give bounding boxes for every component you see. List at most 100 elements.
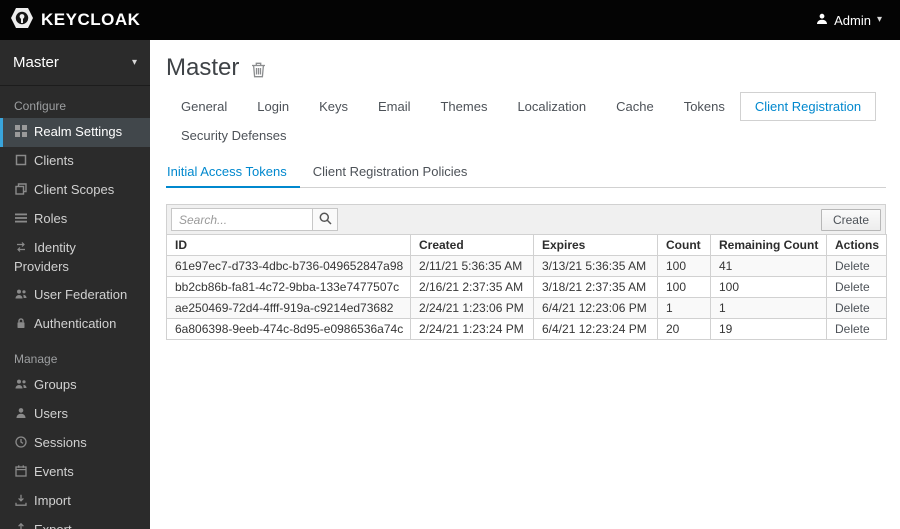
user-label: Admin <box>834 12 871 28</box>
table-header-row: ID Created Expires Count Remaining Count… <box>166 234 887 256</box>
sidebar-item-label: Clients <box>34 153 74 168</box>
cell-expires: 3/13/21 5:36:35 AM <box>533 255 658 277</box>
cell-id: bb2cb86b-fa81-4c72-9bba-133e7477507c <box>166 276 411 298</box>
cell-actions: Delete <box>826 318 887 340</box>
topbar: KEYCLOAK Admin ▾ <box>0 0 900 40</box>
subtab-initial-access-tokens[interactable]: Initial Access Tokens <box>166 158 300 188</box>
delete-button[interactable]: Delete <box>835 259 870 273</box>
roles-icon <box>14 211 28 229</box>
keycloak-brand[interactable]: KEYCLOAK <box>10 6 140 35</box>
subtab-client-registration-policies[interactable]: Client Registration Policies <box>300 158 481 188</box>
tab-login[interactable]: Login <box>242 92 304 121</box>
cell-created: 2/11/21 5:36:35 AM <box>410 255 534 277</box>
search-button[interactable] <box>313 208 338 231</box>
col-header-actions: Actions <box>826 234 887 256</box>
col-header-created: Created <box>410 234 534 256</box>
user-federation-icon <box>14 287 28 305</box>
sidebar-item-authentication[interactable]: Authentication <box>0 310 150 339</box>
calendar-icon <box>14 464 28 482</box>
keycloak-logo-icon <box>10 6 34 35</box>
tab-keys[interactable]: Keys <box>304 92 363 121</box>
sidebar-item-import[interactable]: Import <box>0 487 150 516</box>
sidebar-item-label: Export <box>34 522 72 529</box>
sidebar-item-realm-settings[interactable]: Realm Settings <box>0 118 150 147</box>
delete-button[interactable]: Delete <box>835 280 870 294</box>
clients-icon <box>14 153 28 171</box>
tab-themes[interactable]: Themes <box>425 92 502 121</box>
tab-localization[interactable]: Localization <box>502 92 601 121</box>
sidebar-item-user-federation[interactable]: User Federation <box>0 281 150 310</box>
sidebar-item-export[interactable]: Export <box>0 516 150 529</box>
tab-client-registration[interactable]: Client Registration <box>739 92 877 121</box>
user-menu[interactable]: Admin ▾ <box>816 13 882 28</box>
cell-expires: 3/18/21 2:37:35 AM <box>533 276 658 298</box>
create-button[interactable]: Create <box>820 208 881 231</box>
nav-section-manage: Manage <box>14 352 58 366</box>
nav-section-configure: Configure <box>14 99 67 113</box>
brand-text: KEYCLOAK <box>41 10 141 29</box>
cell-actions: Delete <box>826 276 887 298</box>
sidebar-item-users[interactable]: Users <box>0 400 150 429</box>
clock-icon <box>14 435 28 453</box>
tab-tokens[interactable]: Tokens <box>669 92 740 121</box>
lock-icon <box>14 316 28 334</box>
realm-selector-label: Master <box>13 54 59 71</box>
sidebar-item-label: Roles <box>34 211 68 226</box>
search-input[interactable] <box>171 208 313 231</box>
cell-remaining-count: 100 <box>710 276 827 298</box>
tab-general[interactable]: General <box>166 92 242 121</box>
cell-expires: 6/4/21 12:23:24 PM <box>533 318 658 340</box>
users-icon <box>14 406 28 424</box>
sidebar-item-label: Realm Settings <box>34 124 123 139</box>
delete-realm-button[interactable] <box>251 62 266 78</box>
sidebar-item-client-scopes[interactable]: Client Scopes <box>0 176 150 205</box>
user-icon <box>816 13 828 28</box>
sidebar-item-label: Sessions <box>34 435 87 450</box>
cell-expires: 6/4/21 12:23:06 PM <box>533 297 658 319</box>
sidebar-item-sessions[interactable]: Sessions <box>0 429 150 458</box>
sidebar-item-clients[interactable]: Clients <box>0 147 150 176</box>
main-content: Master General Login Keys Email Themes L… <box>150 40 900 529</box>
sidebar-item-groups[interactable]: Groups <box>0 371 150 400</box>
cell-count: 100 <box>657 276 711 298</box>
cell-remaining-count: 19 <box>710 318 827 340</box>
tab-cache[interactable]: Cache <box>601 92 669 121</box>
caret-down-icon: ▾ <box>131 56 137 68</box>
sidebar-item-label: Import <box>34 493 71 508</box>
sidebar-item-label: Groups <box>34 377 77 392</box>
initial-access-tokens-table: ID Created Expires Count Remaining Count… <box>166 234 887 340</box>
delete-button[interactable]: Delete <box>835 322 870 336</box>
cell-id: 6a806398-9eeb-474c-8d95-e0986536a74c <box>166 318 411 340</box>
table-toolbar: Create <box>166 204 886 234</box>
table-row: 61e97ec7-d733-4dbc-b736-049652847a98 2/1… <box>166 255 887 277</box>
sidebar-item-label: User Federation <box>34 287 128 302</box>
sidebar: Master ▾ Configure Realm Settings Client… <box>0 40 150 529</box>
sidebar-item-identity-providers[interactable]: Identity Providers <box>0 234 150 281</box>
cell-actions: Delete <box>826 255 887 277</box>
table-row: ae250469-72d4-4fff-919a-c9214ed73682 2/2… <box>166 297 887 319</box>
sidebar-item-label: Authentication <box>34 316 117 331</box>
sidebar-item-roles[interactable]: Roles <box>0 205 150 234</box>
cell-id: 61e97ec7-d733-4dbc-b736-049652847a98 <box>166 255 411 277</box>
tab-security-defenses[interactable]: Security Defenses <box>166 121 302 150</box>
import-icon <box>14 493 28 511</box>
realm-settings-icon <box>14 124 28 142</box>
cell-count: 20 <box>657 318 711 340</box>
tab-email[interactable]: Email <box>363 92 426 121</box>
sidebar-item-events[interactable]: Events <box>0 458 150 487</box>
cell-count: 1 <box>657 297 711 319</box>
client-scopes-icon <box>14 182 28 200</box>
page-title: Master <box>166 54 240 81</box>
cell-created: 2/24/21 1:23:24 PM <box>410 318 534 340</box>
realm-selector[interactable]: Master ▾ <box>0 40 150 86</box>
cell-remaining-count: 41 <box>710 255 827 277</box>
col-header-count: Count <box>657 234 711 256</box>
cell-created: 2/24/21 1:23:06 PM <box>410 297 534 319</box>
sidebar-item-label: Events <box>34 464 74 479</box>
delete-button[interactable]: Delete <box>835 301 870 315</box>
client-registration-subtab-bar: Initial Access Tokens Client Registratio… <box>166 158 886 188</box>
cell-actions: Delete <box>826 297 887 319</box>
search-group <box>171 208 338 231</box>
cell-count: 100 <box>657 255 711 277</box>
col-header-remaining-count: Remaining Count <box>710 234 827 256</box>
